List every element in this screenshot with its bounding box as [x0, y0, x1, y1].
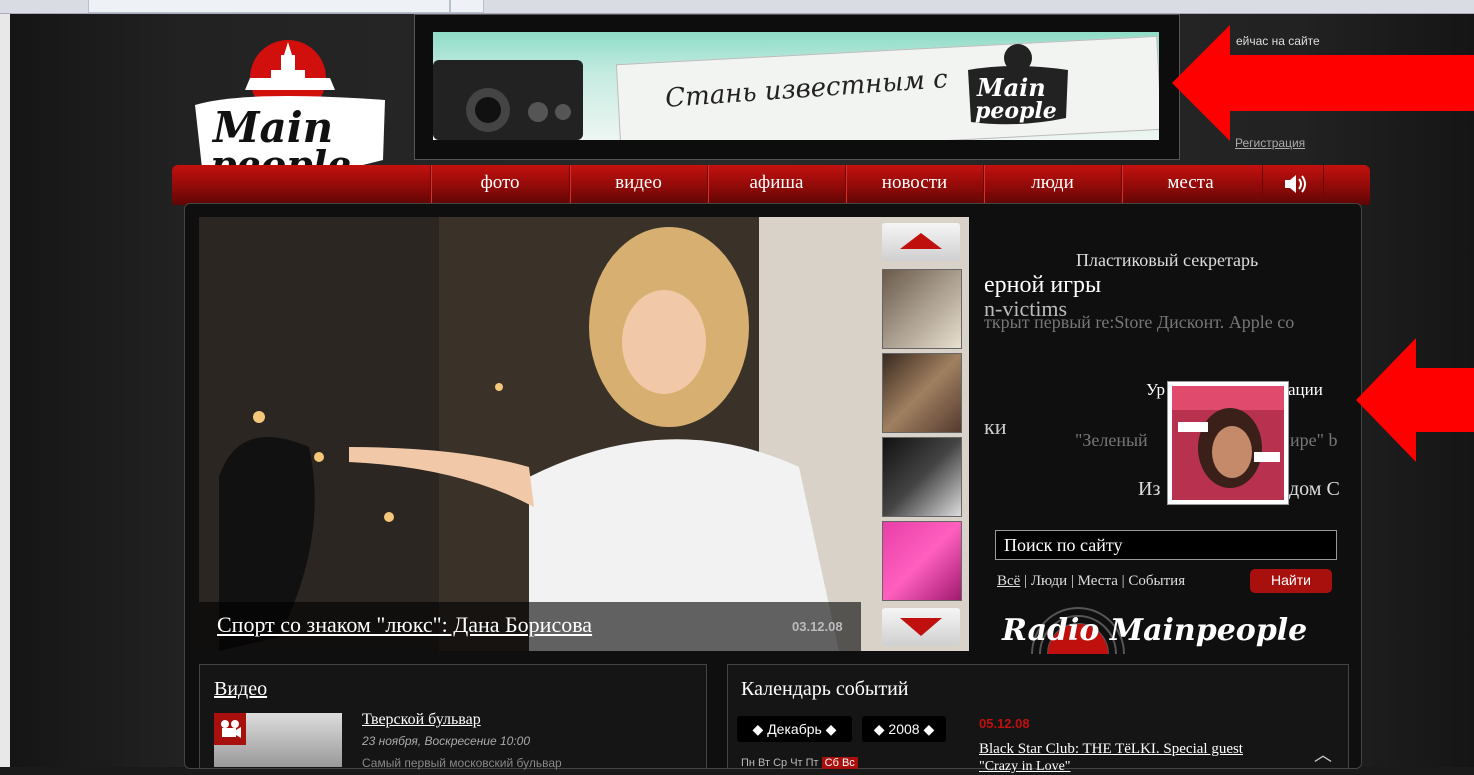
hero-title-link[interactable]: Спорт со знаком "люкс": Дана Борисова — [217, 612, 592, 638]
event-date: 05.12.08 — [979, 716, 1030, 731]
filter-events[interactable]: События — [1128, 573, 1185, 589]
arrow-down-icon — [900, 618, 942, 636]
search-filters: Всё | Люди | Места | События — [997, 573, 1186, 589]
calendar-weekdays: Пн Вт Ср Чт Пт Сб Вс — [741, 757, 858, 769]
month-selector[interactable]: ◆ Декабрь ◆ — [737, 716, 852, 742]
thumbs-up-button[interactable] — [882, 223, 960, 261]
main-nav: фото видео афиша новости люди места — [172, 165, 1370, 205]
event-scroll-up-icon[interactable]: ︿ — [1314, 741, 1332, 767]
annotation-arrow-top — [1172, 25, 1474, 141]
video-item-description: Самый первый московский бульвар — [362, 756, 562, 770]
event-subtitle-link[interactable]: "Crazy in Love" — [979, 759, 1071, 775]
ticker-line[interactable]: дом С — [1289, 478, 1340, 501]
ticker-line[interactable]: ткрыт первый re:Store Дисконт. Apple co — [984, 312, 1348, 333]
banner-logo: Main people — [968, 44, 1068, 125]
search-placeholder: Поиск по сайту — [1004, 535, 1123, 555]
browser-tab-bar — [0, 0, 1474, 14]
search-input[interactable]: Поиск по сайту — [995, 530, 1337, 560]
calendar-title: Календарь событий — [741, 678, 909, 700]
nav-item-news[interactable]: новости — [845, 165, 983, 203]
filter-places[interactable]: Места — [1078, 573, 1118, 589]
event-title-link[interactable]: Black Star Club: THE TёLKI. Special gues… — [979, 741, 1243, 758]
ticker-line[interactable]: ки — [984, 414, 1006, 440]
magazine-cover-image[interactable] — [1167, 381, 1289, 505]
nav-item-afisha[interactable]: афиша — [707, 165, 845, 203]
hero-date: 03.12.08 — [792, 619, 843, 634]
sound-toggle-button[interactable] — [1262, 165, 1324, 203]
ticker-line[interactable]: Из — [1138, 478, 1160, 501]
nav-item-places[interactable]: места — [1121, 165, 1259, 203]
video-item-date: 23 ноября, Воскресение 10:00 — [362, 734, 531, 748]
window-edge — [0, 14, 10, 767]
ticker-line[interactable]: ерной игры — [984, 272, 1101, 299]
ad-banner[interactable]: Стань известным с Main people — [433, 32, 1159, 140]
new-tab-button[interactable] — [450, 0, 484, 13]
svg-text:people: people — [975, 98, 1057, 124]
speaker-icon — [1285, 175, 1306, 193]
filter-people[interactable]: Люди — [1031, 573, 1067, 589]
ticker-line[interactable]: "Зеленый — [1075, 430, 1148, 451]
ticker-line[interactable]: ире" b — [1290, 430, 1337, 451]
video-item-title[interactable]: Тверской бульвар — [362, 711, 481, 729]
ticker-line[interactable]: Пластиковый секретарь — [1076, 250, 1258, 271]
thumb-1[interactable] — [882, 269, 962, 349]
weekend-days[interactable]: Сб Вс — [821, 757, 858, 769]
video-section-title[interactable]: Видео — [214, 678, 267, 701]
thumb-3[interactable] — [882, 437, 962, 517]
annotation-arrow-middle — [1356, 338, 1474, 462]
thumbs-down-button[interactable] — [882, 608, 960, 646]
arrow-up-icon — [900, 233, 942, 249]
thumb-2[interactable] — [882, 353, 962, 433]
filter-all[interactable]: Всё — [997, 573, 1020, 589]
video-camera-icon — [214, 713, 246, 745]
year-selector[interactable]: ◆ 2008 ◆ — [862, 716, 946, 742]
camera-image — [433, 60, 583, 140]
month-value: Декабрь — [767, 721, 822, 737]
radio-logo-text: Radio Mainpeople — [1001, 613, 1307, 648]
search-button[interactable]: Найти — [1250, 569, 1332, 593]
magazine-image — [1172, 386, 1284, 500]
ticker-line[interactable]: ации — [1288, 380, 1323, 400]
weekdays: Пн Вт Ср Чт Пт — [741, 757, 819, 769]
hero-photo[interactable] — [199, 217, 969, 651]
browser-tab[interactable] — [88, 0, 450, 13]
radio-mainpeople-logo[interactable]: Radio Mainpeople — [988, 598, 1338, 654]
thumb-4[interactable] — [882, 521, 962, 601]
year-value: 2008 — [888, 721, 920, 737]
ticker-line[interactable]: Ур — [1146, 380, 1165, 400]
nav-item-people[interactable]: люди — [983, 165, 1121, 203]
hero-image — [199, 217, 969, 651]
nav-item-photo[interactable]: фото — [430, 165, 569, 203]
nav-item-video[interactable]: видео — [569, 165, 707, 203]
